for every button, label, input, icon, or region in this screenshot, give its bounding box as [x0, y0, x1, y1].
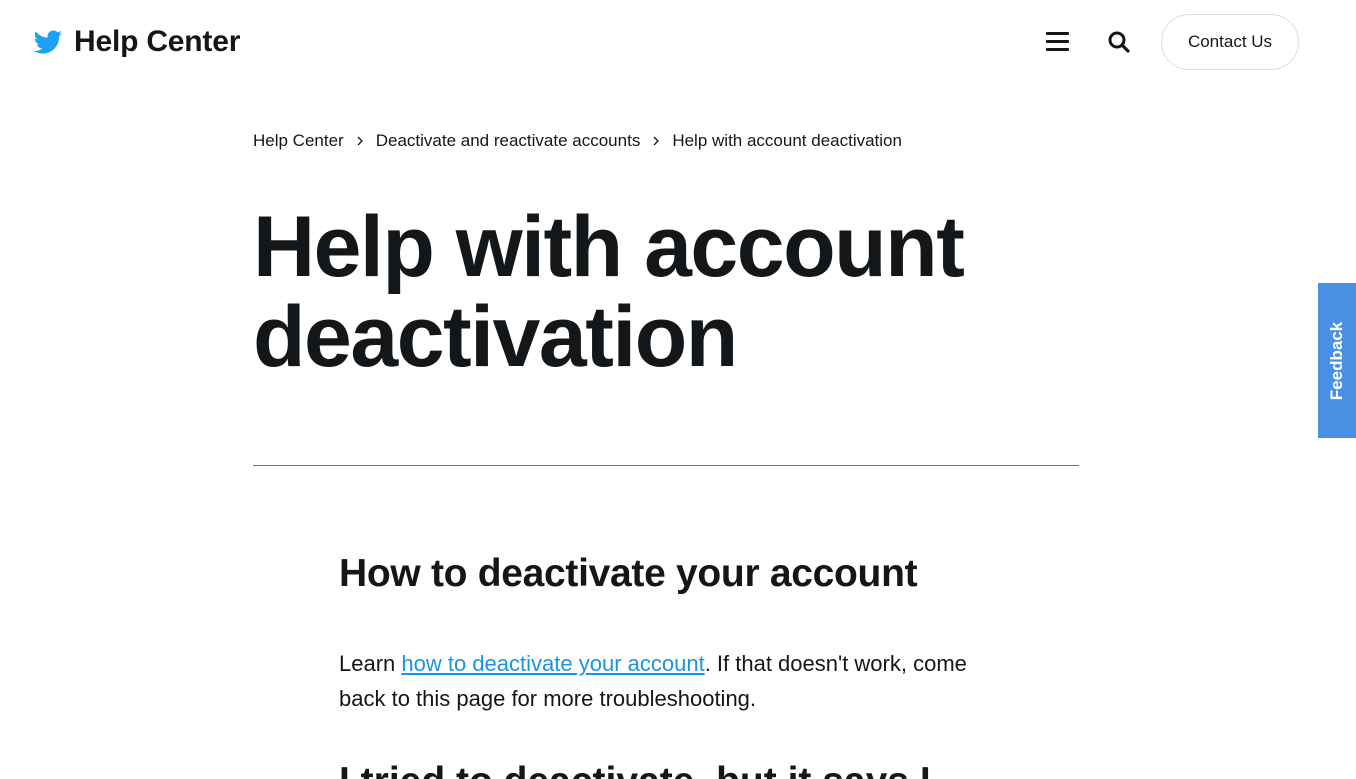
next-section-heading: I tried to deactivate, but it says I: [339, 758, 931, 779]
section-heading: How to deactivate your account: [339, 552, 918, 595]
site-header: Help Center Contact Us: [0, 0, 1356, 86]
brand-title: Help Center: [74, 25, 241, 58]
breadcrumb-item-current: Help with account deactivation: [672, 131, 902, 150]
page-title: Help with account deactivation: [253, 199, 965, 385]
deactivate-account-link[interactable]: how to deactivate your account: [401, 651, 704, 676]
breadcrumb-item-deactivate-reactivate[interactable]: Deactivate and reactivate accounts: [376, 131, 641, 151]
title-divider: [253, 465, 1079, 466]
chevron-right-icon: [653, 136, 660, 146]
help-center-page: Help Center Contact Us Help Center Deact…: [0, 0, 1356, 779]
twitter-bird-icon: [33, 30, 63, 54]
paragraph-prefix: Learn: [339, 651, 402, 676]
brand-home-link[interactable]: Help Center: [31, 24, 240, 60]
breadcrumb-item-help-center[interactable]: Help Center: [253, 131, 344, 151]
chevron-right-icon: [357, 136, 363, 146]
hamburger-menu-icon[interactable]: [1044, 29, 1072, 55]
contact-us-button[interactable]: Contact Us: [1161, 14, 1299, 70]
feedback-tab[interactable]: Feedback: [1318, 283, 1356, 438]
search-icon[interactable]: [1105, 28, 1133, 56]
breadcrumb: Help Center Deactivate and reactivate ac…: [253, 131, 902, 151]
feedback-label: Feedback: [1327, 321, 1346, 400]
intro-paragraph: Learn how to deactivate your account. If…: [339, 646, 999, 716]
